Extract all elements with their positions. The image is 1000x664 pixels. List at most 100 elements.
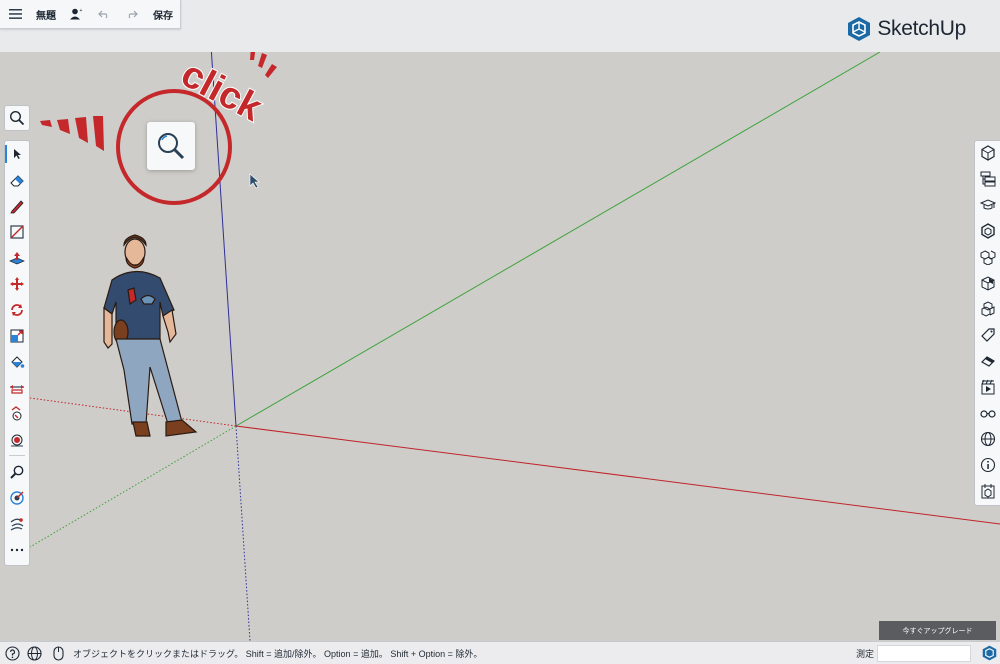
save-label: 保存 xyxy=(153,10,173,22)
user-add-icon: + xyxy=(70,8,83,20)
more-tools-button[interactable] xyxy=(5,539,29,561)
info-icon xyxy=(980,457,995,473)
undo-button[interactable] xyxy=(96,0,112,28)
styles-icon xyxy=(981,276,994,291)
rotate-icon xyxy=(11,304,23,316)
file-menu-panel: 無題 + 保存 xyxy=(0,0,181,29)
tags-icon xyxy=(980,328,995,342)
redo-button[interactable] xyxy=(124,0,140,28)
offset-icon xyxy=(10,385,24,394)
search-tool-button[interactable] xyxy=(4,105,30,131)
walk-icon xyxy=(10,518,24,531)
measurements-label: 測定 xyxy=(856,649,875,659)
paint-bucket-tool[interactable] xyxy=(5,351,29,373)
globe-icon xyxy=(980,431,995,447)
tags-panel-button[interactable] xyxy=(975,323,1000,347)
trimble-connect-panel-button[interactable] xyxy=(975,479,1000,503)
add-collaborator-button[interactable]: + xyxy=(66,0,86,28)
select-tool[interactable] xyxy=(5,143,29,165)
outliner-panel-button[interactable] xyxy=(975,167,1000,191)
components-panel-button[interactable] xyxy=(975,219,1000,243)
pencil-icon xyxy=(10,200,24,214)
pencil-tool[interactable] xyxy=(5,195,29,217)
follow-me-tool[interactable] xyxy=(5,403,29,425)
outliner-icon xyxy=(980,171,995,187)
mouse-icon xyxy=(52,645,64,661)
sketchup-logo-icon xyxy=(982,645,997,661)
help-icon xyxy=(4,645,20,661)
hamburger-icon xyxy=(8,9,22,19)
tape-measure-tool[interactable] xyxy=(5,487,29,509)
language-button[interactable] xyxy=(26,645,42,661)
zoom-tool[interactable] xyxy=(5,461,29,483)
measurements-input[interactable] xyxy=(877,645,971,662)
save-button[interactable]: 保存 xyxy=(150,0,176,28)
status-bar: オブジェクトをクリックまたはドラッグ。 Shift = 追加/除外。 Optio… xyxy=(0,641,1000,664)
instructor-panel-button[interactable] xyxy=(975,193,1000,217)
status-message: オブジェクトをクリックまたはドラッグ。 Shift = 追加/除外。 Optio… xyxy=(73,649,483,659)
more-icon xyxy=(10,548,24,552)
materials-icon xyxy=(980,250,995,265)
scenes-icon xyxy=(981,301,994,317)
pointer-stripes xyxy=(40,116,104,151)
orbit-icon xyxy=(11,434,23,447)
sketchup-logo: SketchUp xyxy=(847,16,966,42)
upgrade-now-label: 今すぐアップグレード xyxy=(902,627,973,635)
help-button[interactable] xyxy=(4,645,20,661)
rotate-tool[interactable] xyxy=(5,299,29,321)
components-icon xyxy=(980,223,995,239)
tape-measure-icon xyxy=(10,491,24,505)
eraser-icon xyxy=(10,175,24,187)
upgrade-now-button[interactable]: 今すぐアップグレード xyxy=(879,621,996,640)
red-axis xyxy=(235,425,1000,525)
green-axis xyxy=(235,52,881,427)
push-pull-tool[interactable] xyxy=(5,247,29,269)
instructor-icon xyxy=(979,199,996,210)
arrow-cursor-icon xyxy=(14,149,21,159)
push-pull-icon xyxy=(9,252,25,265)
model-info-panel-button[interactable] xyxy=(975,453,1000,477)
display-panel-button[interactable] xyxy=(975,401,1000,425)
entity-info-panel-button[interactable] xyxy=(975,141,1000,165)
top-bar: 無題 + 保存 SketchUp xyxy=(0,0,1000,52)
follow-me-icon xyxy=(11,406,22,421)
toolbar-divider xyxy=(9,455,25,456)
brand-name: SketchUp xyxy=(877,17,966,40)
search-icon xyxy=(9,110,25,126)
move-tool[interactable] xyxy=(5,273,29,295)
model-title[interactable]: 無題 xyxy=(31,0,61,28)
geo-location-panel-button[interactable] xyxy=(975,427,1000,451)
scale-figure[interactable] xyxy=(103,234,198,437)
entity-info-icon xyxy=(980,145,995,161)
scale-tool[interactable] xyxy=(5,325,29,347)
undo-icon xyxy=(98,10,108,19)
soften-edges-panel-button[interactable] xyxy=(975,349,1000,373)
left-toolbar xyxy=(4,140,30,566)
svg-text:+: + xyxy=(80,8,83,14)
soften-edges-icon xyxy=(980,356,995,367)
scenes-panel-button[interactable] xyxy=(975,297,1000,321)
mouse-cursor-icon xyxy=(249,173,260,189)
animation-panel-button[interactable] xyxy=(975,375,1000,399)
search-tool-callout xyxy=(147,122,195,170)
click-annotation-text: click xyxy=(174,53,269,130)
glasses-icon xyxy=(979,410,996,418)
mouse-settings-button[interactable] xyxy=(50,645,66,661)
search-icon xyxy=(158,133,185,160)
globe-icon xyxy=(26,645,42,661)
hamburger-menu-button[interactable] xyxy=(6,0,24,28)
scale-icon xyxy=(10,329,24,343)
green-axis-negative xyxy=(29,425,237,548)
walk-tool[interactable] xyxy=(5,513,29,535)
eraser-tool[interactable] xyxy=(5,169,29,191)
trimble-connect-icon xyxy=(981,484,994,499)
orbit-tool[interactable] xyxy=(5,429,29,451)
offset-tool[interactable] xyxy=(5,377,29,399)
sketchup-logo-icon xyxy=(848,17,871,41)
model-title-text: 無題 xyxy=(36,10,56,22)
materials-panel-button[interactable] xyxy=(975,245,1000,269)
right-panel-toolbar xyxy=(974,140,1000,506)
styles-panel-button[interactable] xyxy=(975,271,1000,295)
rectangle-tool[interactable] xyxy=(5,221,29,243)
animation-icon xyxy=(981,379,994,395)
